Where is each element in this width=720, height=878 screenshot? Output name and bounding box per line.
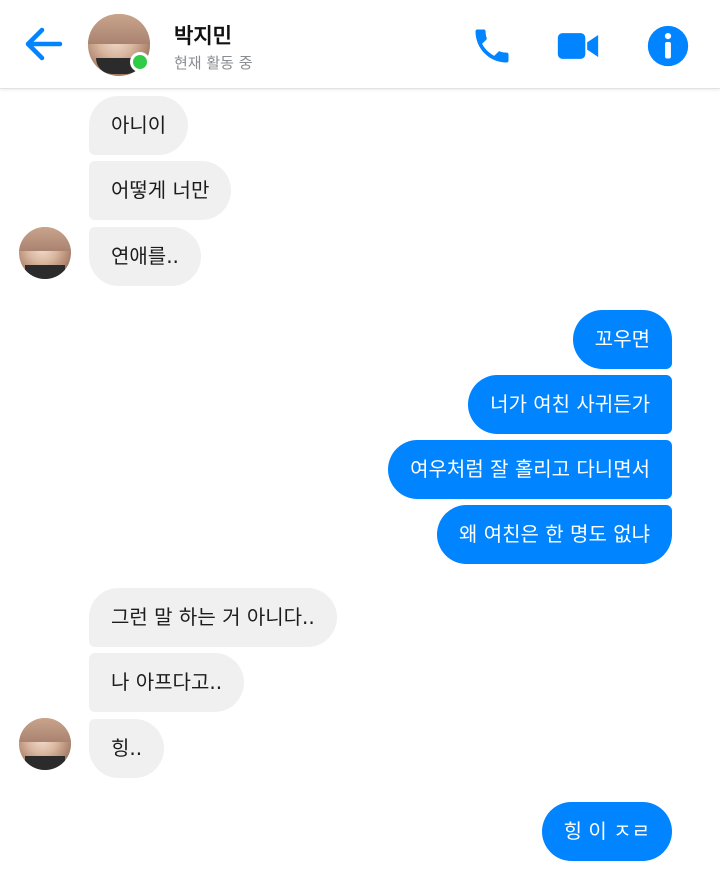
video-camera-icon[interactable] [556, 24, 600, 68]
outgoing-message[interactable]: 왜 여친은 한 명도 없냐 [436, 505, 672, 564]
sender-avatar[interactable] [19, 718, 71, 770]
contact-name[interactable]: 박지민 [174, 20, 232, 50]
active-status-text: 현재 활동 중 [174, 54, 253, 72]
phone-icon[interactable] [470, 24, 514, 68]
online-status-dot [130, 52, 150, 72]
outgoing-message[interactable]: 힝 이 ㅈㄹ [541, 802, 672, 861]
outgoing-message[interactable]: 꼬우면 [572, 310, 672, 369]
incoming-message[interactable]: 어떻게 너만 [89, 161, 232, 220]
back-arrow-icon[interactable] [20, 22, 68, 66]
incoming-message[interactable]: 나 아프다고.. [89, 653, 245, 712]
outgoing-message[interactable]: 너가 여친 사귀든가 [468, 375, 672, 434]
outgoing-message[interactable]: 여우처럼 잘 홀리고 다니면서 [388, 440, 672, 499]
incoming-message[interactable]: 힝.. [89, 719, 165, 778]
message-list: 아니이 어떻게 너만 연애를.. 꼬우면 너가 여친 사귀든가 여우처럼 잘 홀… [0, 89, 720, 878]
incoming-message[interactable]: 연애를.. [89, 227, 201, 286]
sender-avatar[interactable] [19, 227, 71, 279]
info-icon[interactable] [646, 24, 690, 68]
incoming-message[interactable]: 그런 말 하는 거 아니다.. [89, 588, 337, 647]
chat-header: 박지민 현재 활동 중 [0, 0, 720, 89]
incoming-message[interactable]: 아니이 [89, 96, 189, 155]
